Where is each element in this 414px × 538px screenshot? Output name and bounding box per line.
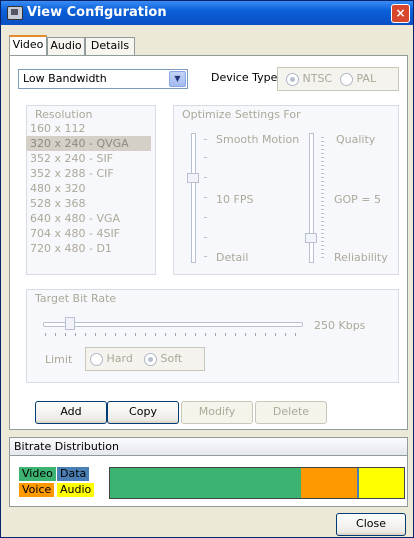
optimize-group: Optimize Settings For [173,105,399,275]
profile-selected-value: Low Bandwidth [23,72,107,85]
add-button[interactable]: Add [35,401,107,424]
view-configuration-window: View Configuration × Video Audio Details… [0,0,414,538]
resolution-list[interactable]: 160 x 112 320 x 240 - QVGA 352 x 240 - S… [26,121,151,256]
quality-reliability-slider-track[interactable] [309,133,314,263]
quality-reliability-slider-thumb[interactable] [305,233,317,243]
limit-option-group: Hard Soft [85,347,205,371]
hard-radio[interactable] [90,352,103,366]
resolution-item-selected[interactable]: 320 x 240 - QVGA [26,136,151,151]
resolution-item[interactable]: 720 x 480 - D1 [26,241,151,256]
soft-radio[interactable] [144,352,157,366]
ntsc-label: NTSC [302,72,333,85]
bitrate-slider-track[interactable] [43,322,303,327]
tab-audio[interactable]: Audio [47,37,85,55]
legend-voice: Voice [19,483,55,497]
detail-label: Detail [216,251,249,264]
device-type-group: NTSC PAL [277,67,399,91]
tab-video[interactable]: Video [9,35,47,55]
quality-label: Quality [336,133,376,146]
resolution-title: Resolution [35,108,93,121]
resolution-item[interactable]: 160 x 112 [26,121,151,136]
title-bar[interactable]: View Configuration × [1,1,413,25]
bitrate-distribution-header: Bitrate Distribution [9,437,408,456]
copy-button[interactable]: Copy [107,401,179,424]
smooth-motion-label: Smooth Motion [216,133,300,146]
pal-option[interactable]: PAL [340,72,376,86]
bitrate-tick-marks [45,333,301,336]
hard-option[interactable]: Hard [90,352,133,366]
legend-audio: Audio [57,483,95,497]
pal-radio[interactable] [340,72,353,86]
legend-video: Video [19,467,56,481]
chevron-down-icon[interactable]: ▼ [169,71,186,87]
soft-option[interactable]: Soft [144,352,182,366]
slider-tick [204,197,207,198]
slider-tick [204,157,207,158]
slider-tick [204,237,207,238]
resolution-item[interactable]: 640 x 480 - VGA [26,211,151,226]
tab-details[interactable]: Details [85,37,135,55]
device-type-label: Device Type: [211,71,282,84]
distribution-segment-voice [301,468,357,498]
reliability-label: Reliability [334,251,388,264]
window-title: View Configuration [27,5,167,20]
soft-label: Soft [160,352,183,365]
target-bitrate-group: Target Bit Rate [26,289,399,383]
distribution-segment-video [110,468,302,498]
hard-label: Hard [106,352,133,365]
close-button[interactable]: Close [336,513,406,536]
resolution-item[interactable]: 352 x 288 - CIF [26,166,151,181]
slider-tick [204,217,207,218]
profile-dropdown[interactable]: Low Bandwidth ▼ [18,69,188,89]
pal-label: PAL [356,72,377,85]
resolution-item[interactable]: 352 x 240 - SIF [26,151,151,166]
delete-button[interactable]: Delete [255,401,327,424]
bitrate-distribution-title: Bitrate Distribution [14,440,119,453]
bitrate-slider-thumb[interactable] [65,317,75,330]
bitrate-distribution-bar [109,467,405,499]
gop-tick-marks [321,137,324,259]
target-bitrate-title: Target Bit Rate [35,292,117,305]
slider-tick [204,177,207,178]
ntsc-radio[interactable] [286,72,299,86]
resolution-item[interactable]: 704 x 480 - 4SIF [26,226,151,241]
limit-label: Limit [45,353,73,366]
legend-data: Data [57,467,90,481]
optimize-title: Optimize Settings For [182,108,301,121]
motion-detail-slider-thumb[interactable] [187,173,199,183]
modify-button[interactable]: Modify [181,401,253,424]
motion-detail-slider-track[interactable] [191,133,196,263]
resolution-item[interactable]: 480 x 320 [26,181,151,196]
slider-tick [204,256,207,257]
close-window-button[interactable]: × [391,4,410,23]
resolution-item[interactable]: 528 x 368 [26,196,151,211]
bitrate-value-label: 250 Kbps [314,319,366,332]
fps-value-label: 10 FPS [216,193,254,206]
distribution-segment-audio [358,468,404,498]
gop-value-label: GOP = 5 [334,193,382,206]
ntsc-option[interactable]: NTSC [286,72,332,86]
slider-tick [204,139,207,140]
app-camera-icon [7,6,23,20]
